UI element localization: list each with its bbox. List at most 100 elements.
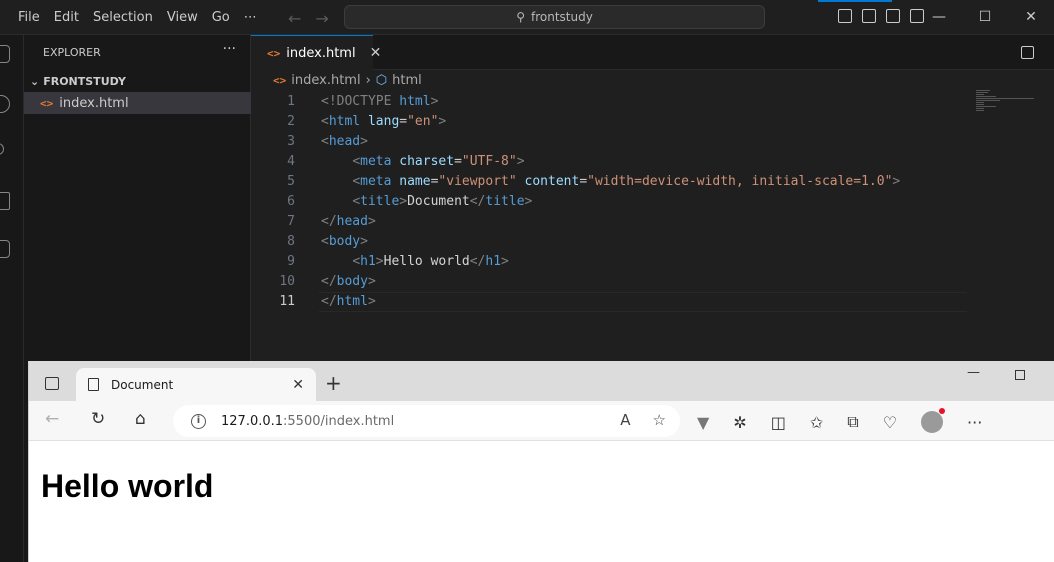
toggle-panel-icon[interactable] xyxy=(862,9,876,23)
line-text: <head> xyxy=(321,134,368,149)
tab-label: index.html xyxy=(286,45,356,61)
browser-toolbar-actions: ▼ ✲ ◫ ✩ ⧉ ♡ ··· xyxy=(697,408,982,433)
line-number: 1 xyxy=(287,94,295,109)
command-center[interactable]: ⚲ frontstudy xyxy=(344,5,765,29)
code-line[interactable]: 2 <html lang="en"> xyxy=(251,112,1054,132)
nav-back-forward-icon[interactable]: ←→ xyxy=(288,9,343,28)
line-number: 11 xyxy=(279,294,295,309)
browser-maximize-button[interactable] xyxy=(1015,370,1025,380)
browser-toolbar: ← ↻ ⌂ i 127.0.0.1:5500/index.html A ☆ ▼ … xyxy=(29,401,1054,441)
close-icon[interactable]: ✕ xyxy=(292,377,304,393)
explorer-more-button[interactable]: ··· xyxy=(223,41,236,57)
browser-page: Hello world xyxy=(32,441,1054,562)
line-text: </head> xyxy=(321,214,376,229)
html-file-icon: <> xyxy=(267,46,281,60)
code-line[interactable]: 1 <!DOCTYPE html> xyxy=(251,92,1054,112)
line-number: 7 xyxy=(287,214,295,229)
extension-v-icon[interactable]: ▼ xyxy=(697,413,709,432)
code-line[interactable]: 10 </body> xyxy=(251,272,1054,292)
maximize-button[interactable]: ☐ xyxy=(962,0,1008,35)
browser-tab-title: Document xyxy=(111,377,174,392)
line-text: </html> xyxy=(321,294,376,309)
line-number: 2 xyxy=(287,114,295,129)
page-heading: Hello world xyxy=(41,468,214,504)
new-tab-button[interactable]: + xyxy=(325,371,342,395)
search-icon[interactable] xyxy=(0,95,10,113)
source-control-icon[interactable] xyxy=(0,143,4,155)
run-debug-icon[interactable] xyxy=(0,192,10,210)
reload-icon[interactable]: ↻ xyxy=(91,409,105,429)
activity-bar xyxy=(0,35,24,562)
menu-more[interactable]: ⋯ xyxy=(237,0,264,35)
code-area[interactable]: 1 <!DOCTYPE html> 2 <html lang="en"> 3 <head>… xyxy=(251,92,1054,312)
code-line[interactable]: 3 <head> xyxy=(251,132,1054,152)
search-icon: ⚲ xyxy=(516,10,525,24)
minimize-button[interactable]: — xyxy=(916,0,962,35)
profile-avatar[interactable] xyxy=(921,408,946,433)
breadcrumb: <> index.html › ⬡ html xyxy=(273,73,422,88)
menu-go[interactable]: Go xyxy=(205,0,237,35)
layout-controls xyxy=(838,9,924,23)
file-index-html[interactable]: <> index.html xyxy=(24,92,251,114)
code-line[interactable]: 9 <h1>Hello world</h1> xyxy=(251,252,1054,272)
folder-frontstudy[interactable]: ⌄ FRONTSTUDY xyxy=(24,71,251,91)
breadcrumb-element[interactable]: html xyxy=(392,73,422,88)
extensions-puzzle-icon[interactable]: ✲ xyxy=(733,413,746,432)
browser-essentials-icon[interactable]: ♡ xyxy=(883,413,897,432)
command-center-label: frontstudy xyxy=(530,10,593,24)
line-number: 3 xyxy=(287,134,295,149)
toggle-secondary-sidebar-icon[interactable] xyxy=(886,9,900,23)
page-icon xyxy=(88,378,99,391)
minimap[interactable] xyxy=(976,90,1036,114)
menu-view[interactable]: View xyxy=(160,0,205,35)
line-number: 9 xyxy=(287,254,295,269)
explorer-icon[interactable] xyxy=(0,45,10,63)
line-text: </body> xyxy=(321,274,376,289)
line-number: 5 xyxy=(287,174,295,189)
code-line[interactable]: 5 <meta name="viewport" content="width=d… xyxy=(251,172,1054,192)
settings-more-button[interactable]: ··· xyxy=(967,413,982,432)
browser-tab-document[interactable]: Document ✕ xyxy=(76,368,316,401)
read-aloud-icon[interactable]: A xyxy=(620,411,630,429)
back-icon[interactable]: ← xyxy=(45,409,59,429)
browser-window: Document ✕ + — ← ↻ ⌂ i 127.0.0.1:5500/in… xyxy=(28,361,1054,562)
code-line[interactable]: 6 <title>Document</title> xyxy=(251,192,1054,212)
split-screen-icon[interactable]: ◫ xyxy=(771,413,786,432)
code-line[interactable]: 4 <meta charset="UTF-8"> xyxy=(251,152,1054,172)
home-icon[interactable]: ⌂ xyxy=(135,409,146,429)
code-line[interactable]: 11 </html> xyxy=(251,292,1054,312)
site-info-icon[interactable]: i xyxy=(191,413,206,429)
code-line[interactable]: 7 </head> xyxy=(251,212,1054,232)
code-line[interactable]: 8 <body> xyxy=(251,232,1054,252)
line-number: 10 xyxy=(279,274,295,289)
line-number: 6 xyxy=(287,194,295,209)
file-label: index.html xyxy=(59,95,129,111)
address-bar[interactable]: i 127.0.0.1:5500/index.html A ☆ xyxy=(173,405,680,437)
favorites-icon[interactable]: ✩ xyxy=(810,413,823,432)
menu-file[interactable]: File xyxy=(11,0,47,35)
titlebar-accent xyxy=(818,0,892,2)
line-number: 4 xyxy=(287,154,295,169)
chevron-down-icon: ⌄ xyxy=(30,74,40,88)
favorite-star-icon[interactable]: ☆ xyxy=(653,411,666,429)
breadcrumb-file[interactable]: index.html xyxy=(291,73,360,88)
browser-minimize-button[interactable]: — xyxy=(967,365,980,380)
close-icon[interactable]: ✕ xyxy=(370,45,382,61)
close-button[interactable]: ✕ xyxy=(1008,0,1054,35)
line-number: 8 xyxy=(287,234,295,249)
editor-tabs: <> index.html ✕ xyxy=(251,35,1054,70)
extensions-icon[interactable] xyxy=(0,240,10,258)
tab-actions-icon[interactable] xyxy=(45,377,59,390)
split-editor-icon[interactable] xyxy=(1021,46,1034,59)
tab-index-html[interactable]: <> index.html ✕ xyxy=(251,35,381,70)
line-text: <h1>Hello world</h1> xyxy=(352,254,509,269)
collections-icon[interactable]: ⧉ xyxy=(847,412,858,432)
line-text: <!DOCTYPE html> xyxy=(321,94,439,109)
menu-selection[interactable]: Selection xyxy=(86,0,160,35)
line-text: <meta name="viewport" content="width=dev… xyxy=(352,174,901,189)
menu-edit[interactable]: Edit xyxy=(47,0,86,35)
toggle-primary-sidebar-icon[interactable] xyxy=(838,9,852,23)
line-text: <meta charset="UTF-8"> xyxy=(352,154,525,169)
editor: <> index.html ✕ <> index.html › ⬡ html 1… xyxy=(251,35,1054,362)
url-host: 127.0.0.1 xyxy=(221,413,284,429)
